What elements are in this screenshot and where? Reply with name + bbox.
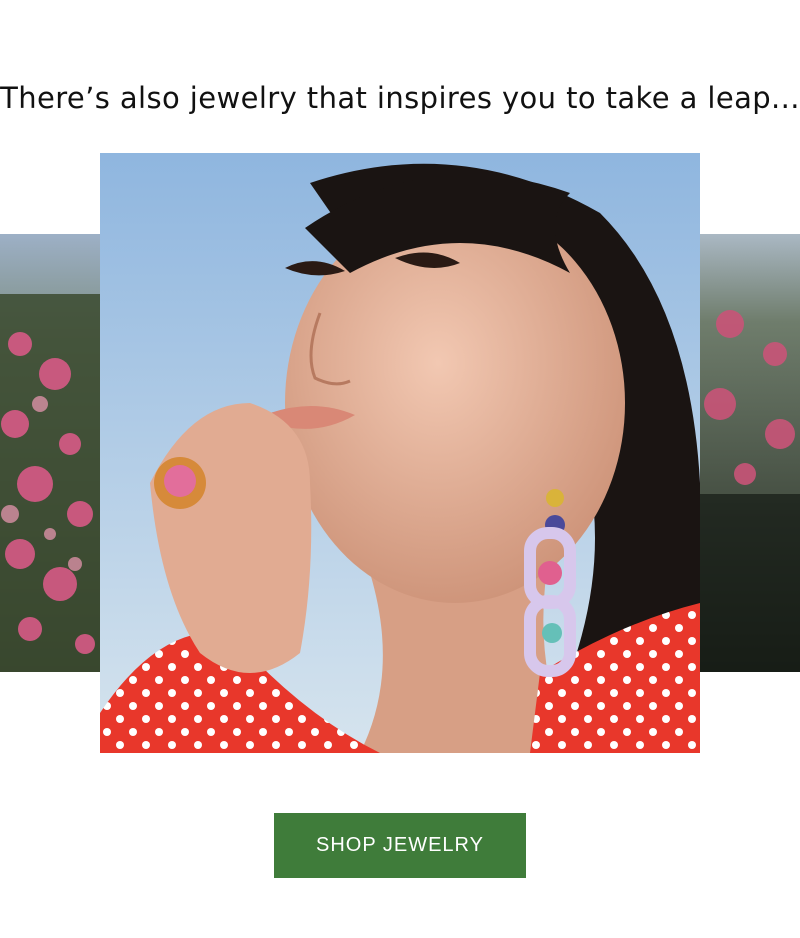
headline: There’s also jewelry that inspires you t…	[0, 81, 800, 116]
portrait-photo-icon	[100, 153, 700, 753]
carousel-prev-image[interactable]	[0, 234, 100, 672]
carousel-next-image[interactable]	[700, 234, 800, 672]
flowers-photo-icon	[700, 234, 800, 672]
hero-image[interactable]	[100, 153, 700, 753]
flowers-photo-icon	[0, 234, 100, 672]
shop-jewelry-button[interactable]: SHOP JEWELRY	[274, 813, 526, 878]
